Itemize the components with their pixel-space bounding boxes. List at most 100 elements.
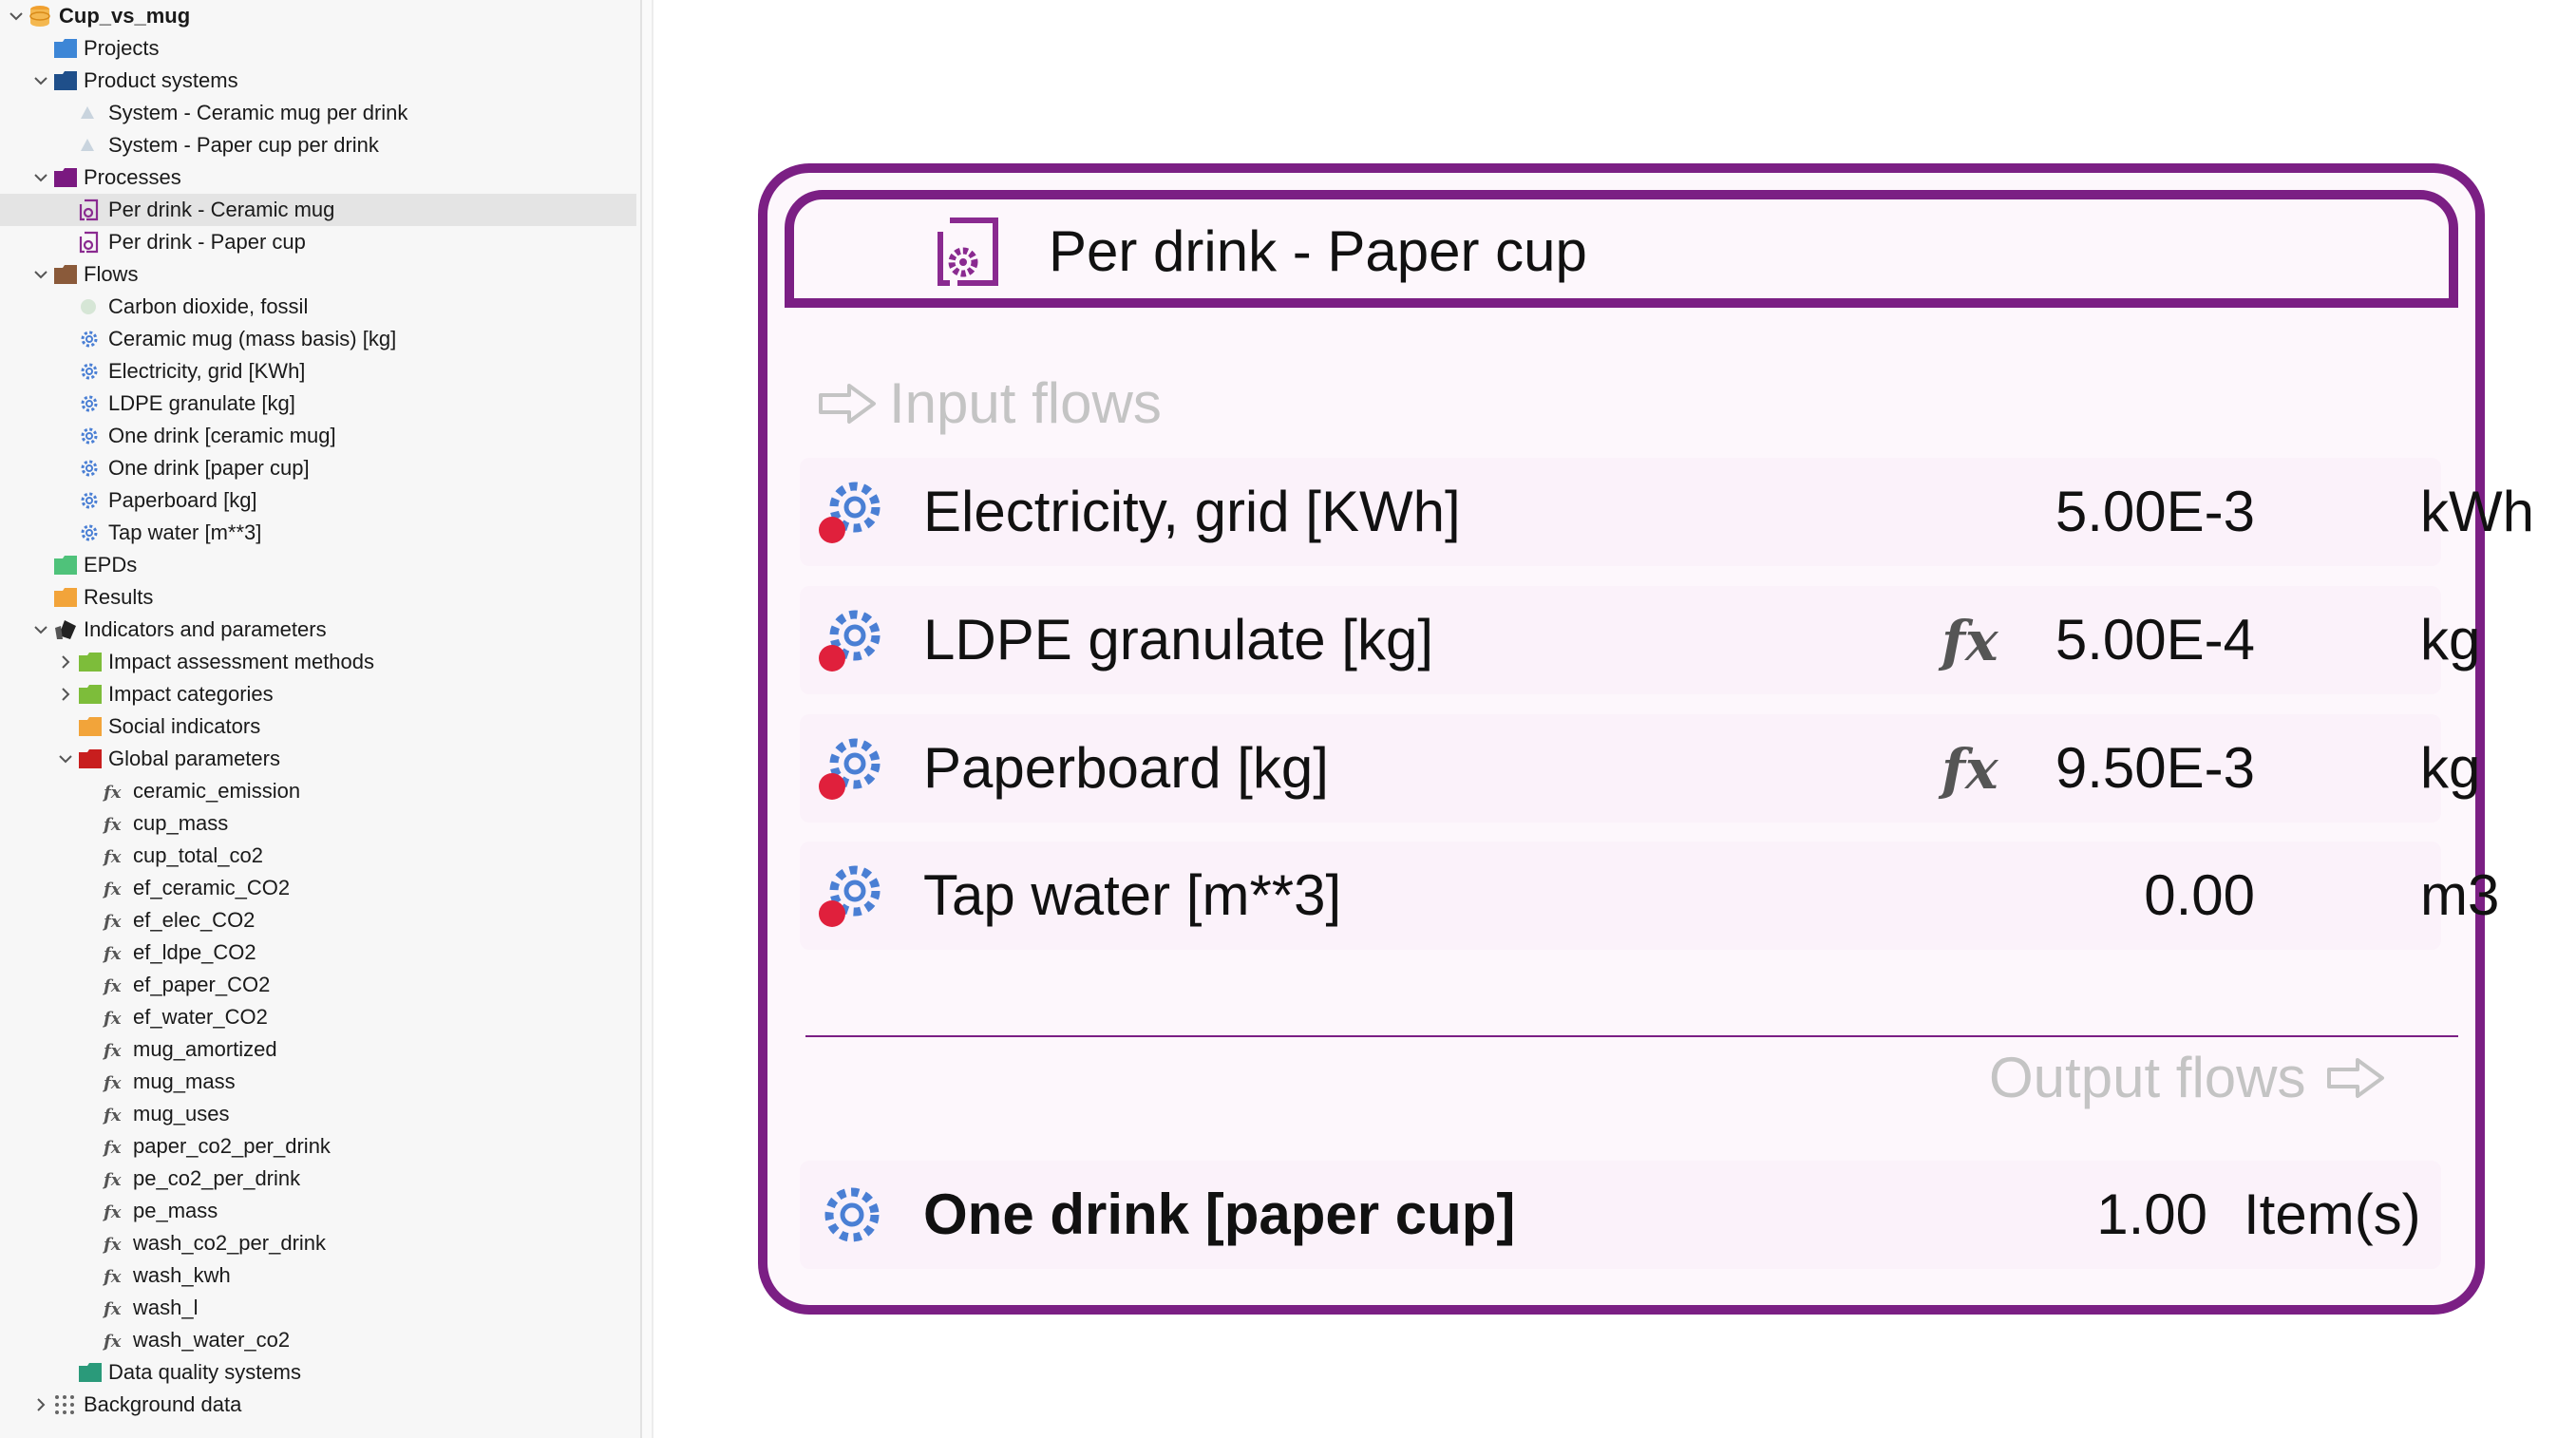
folder-icon bbox=[78, 678, 106, 710]
tree-item-flow[interactable]: Ceramic mug (mass basis) [kg] bbox=[0, 323, 636, 355]
chevron-right-icon[interactable] bbox=[28, 1389, 53, 1421]
tree-item-label: paper_co2_per_drink bbox=[133, 1134, 331, 1158]
tree-item-flow[interactable]: One drink [paper cup] bbox=[0, 452, 636, 484]
tree-item-epds[interactable]: EPDs bbox=[0, 549, 636, 581]
tree-item-parameter[interactable]: fx mug_amortized bbox=[0, 1033, 636, 1066]
process-icon bbox=[78, 226, 106, 258]
tree-item-parameter[interactable]: fx ef_paper_CO2 bbox=[0, 969, 636, 1001]
tree-item-product-system[interactable]: System - Ceramic mug per drink bbox=[0, 97, 636, 129]
tree-item-flow[interactable]: LDPE granulate [kg] bbox=[0, 388, 636, 420]
tree-item-parameter[interactable]: fx pe_mass bbox=[0, 1195, 636, 1227]
tree-item-indicators[interactable]: Indicators and parameters bbox=[0, 614, 636, 646]
tree-item-parameter[interactable]: fx ceramic_emission bbox=[0, 775, 636, 807]
process-node-header[interactable]: Per drink - Paper cup bbox=[785, 190, 2458, 308]
tree-item-parameter[interactable]: fx wash_l bbox=[0, 1292, 636, 1324]
chevron-down-icon[interactable] bbox=[4, 0, 28, 32]
tree-item-parameter[interactable]: fx ef_ldpe_CO2 bbox=[0, 937, 636, 969]
tree-item-flow[interactable]: Carbon dioxide, fossil bbox=[0, 291, 636, 323]
tree-item-label: mug_uses bbox=[133, 1102, 230, 1126]
input-flow-row[interactable]: LDPE granulate [kg] fx 5.00E-4 kg bbox=[800, 586, 2480, 694]
chevron-down-icon[interactable] bbox=[28, 65, 53, 97]
input-flow-row[interactable]: Paperboard [kg] fx 9.50E-3 kg bbox=[800, 714, 2480, 823]
tree-root-cup-vs-mug[interactable]: Cup_vs_mug bbox=[0, 0, 636, 32]
tree-item-parameter[interactable]: fx paper_co2_per_drink bbox=[0, 1130, 636, 1163]
fx-icon: fx bbox=[103, 1227, 131, 1259]
process-node-card[interactable]: Per drink - Paper cup Input flows Electr… bbox=[758, 163, 2534, 1315]
svg-text:fx: fx bbox=[103, 1106, 122, 1125]
tree-item-label: ef_water_CO2 bbox=[133, 1005, 268, 1029]
tree-item-parameter[interactable]: fx wash_water_co2 bbox=[0, 1324, 636, 1356]
svg-text:fx: fx bbox=[103, 1202, 122, 1221]
svg-text:fx: fx bbox=[103, 1138, 122, 1157]
tree-item-parameter[interactable]: fx ef_water_CO2 bbox=[0, 1001, 636, 1033]
tree-item-label: System - Paper cup per drink bbox=[108, 133, 379, 157]
input-flow-row[interactable]: Tap water [m**3] 0.00 m3 bbox=[800, 842, 2499, 950]
tree-item-process-selected[interactable]: Per drink - Ceramic mug bbox=[0, 194, 636, 226]
svg-text:fx: fx bbox=[103, 815, 122, 834]
svg-text:fx: fx bbox=[1938, 609, 1999, 673]
fx-icon: fx bbox=[103, 1195, 131, 1227]
fx-icon: fx bbox=[103, 807, 131, 840]
chevron-right-icon[interactable] bbox=[53, 678, 78, 710]
tree-item-flow[interactable]: One drink [ceramic mug] bbox=[0, 420, 636, 452]
gear-icon bbox=[78, 452, 106, 484]
input-flow-row[interactable]: Electricity, grid [KWh] 5.00E-3 kWh bbox=[800, 458, 2534, 566]
tree-item-flows[interactable]: Flows bbox=[0, 258, 636, 291]
tree-item-parameter[interactable]: fx ef_elec_CO2 bbox=[0, 904, 636, 937]
fx-icon: fx bbox=[103, 1001, 131, 1033]
tree-item-label: Data quality systems bbox=[108, 1360, 301, 1384]
tree-item-flow[interactable]: Paperboard [kg] bbox=[0, 484, 636, 517]
folder-icon bbox=[53, 581, 82, 614]
tree-item-parameter[interactable]: fx cup_mass bbox=[0, 807, 636, 840]
tree-item-label: mug_amortized bbox=[133, 1037, 277, 1061]
tree-item-parameter[interactable]: fx ef_ceramic_CO2 bbox=[0, 872, 636, 904]
tree-item-label: mug_mass bbox=[133, 1069, 236, 1093]
chevron-down-icon[interactable] bbox=[53, 743, 78, 775]
tree-item-results[interactable]: Results bbox=[0, 581, 636, 614]
process-icon bbox=[929, 211, 1007, 291]
tree-item-label: Processes bbox=[84, 165, 181, 189]
tree-item-parameter[interactable]: fx mug_uses bbox=[0, 1098, 636, 1130]
fx-icon: fx bbox=[103, 840, 131, 872]
tree-item-product-systems[interactable]: Product systems bbox=[0, 65, 636, 97]
tree-item-label: cup_mass bbox=[133, 811, 229, 835]
chevron-down-icon[interactable] bbox=[28, 258, 53, 291]
tree-item-projects[interactable]: Projects bbox=[0, 32, 636, 65]
flow-unit: kg bbox=[2420, 736, 2481, 800]
chevron-right-icon[interactable] bbox=[53, 646, 78, 678]
tree-item-processes[interactable]: Processes bbox=[0, 161, 636, 194]
chevron-down-icon[interactable] bbox=[28, 161, 53, 194]
tree-item-parameter[interactable]: fx cup_total_co2 bbox=[0, 840, 636, 872]
tree-item-process[interactable]: Per drink - Paper cup bbox=[0, 226, 636, 258]
output-flow-row[interactable]: One drink [paper cup] 1.00 Item(s) bbox=[800, 1161, 2441, 1269]
chevron-down-icon[interactable] bbox=[28, 614, 53, 646]
gear-icon bbox=[78, 388, 106, 420]
elementary-flow-icon bbox=[78, 291, 106, 323]
tree-item-label: ef_elec_CO2 bbox=[133, 908, 256, 932]
gear-icon bbox=[78, 420, 106, 452]
sidebar-splitter[interactable] bbox=[642, 0, 653, 1438]
tree-item-background-data[interactable]: Background data bbox=[0, 1389, 636, 1421]
fx-icon: fx bbox=[103, 969, 131, 1001]
tree-item-impact-methods[interactable]: Impact assessment methods bbox=[0, 646, 636, 678]
fx-icon: fx bbox=[103, 1163, 131, 1195]
tree-item-flow[interactable]: Tap water [m**3] bbox=[0, 517, 636, 549]
tree-item-label: wash_l bbox=[133, 1296, 199, 1319]
gear-icon bbox=[78, 323, 106, 355]
tree-item-impact-categories[interactable]: Impact categories bbox=[0, 678, 636, 710]
tree-item-parameter[interactable]: fx wash_kwh bbox=[0, 1259, 636, 1292]
tree-item-data-quality[interactable]: Data quality systems bbox=[0, 1356, 636, 1389]
arrow-right-icon bbox=[817, 382, 878, 426]
tree-item-label: Impact categories bbox=[108, 682, 274, 706]
tree-item-flow[interactable]: Electricity, grid [KWh] bbox=[0, 355, 636, 388]
tree-item-parameter[interactable]: fx mug_mass bbox=[0, 1066, 636, 1098]
folder-icon bbox=[53, 549, 82, 581]
tree-item-product-system[interactable]: System - Paper cup per drink bbox=[0, 129, 636, 161]
fx-icon: fx bbox=[103, 1259, 131, 1292]
tree-item-social-indicators[interactable]: Social indicators bbox=[0, 710, 636, 743]
tree-item-parameter[interactable]: fx wash_co2_per_drink bbox=[0, 1227, 636, 1259]
tree-item-global-parameters[interactable]: Global parameters bbox=[0, 743, 636, 775]
tree-item-label: pe_co2_per_drink bbox=[133, 1166, 301, 1190]
tree-item-parameter[interactable]: fx pe_co2_per_drink bbox=[0, 1163, 636, 1195]
tree-item-label: wash_water_co2 bbox=[133, 1328, 291, 1352]
